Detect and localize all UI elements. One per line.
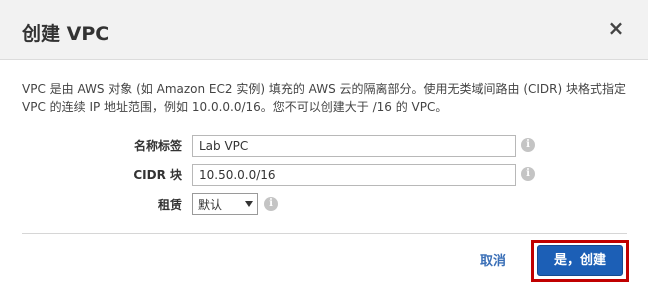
name-tag-input[interactable]: [192, 135, 516, 157]
name-tag-label: 名称标签: [133, 139, 182, 153]
info-icon[interactable]: i: [521, 167, 535, 181]
dialog-header: 创建 VPC ×: [0, 0, 648, 60]
chevron-down-icon: [245, 201, 253, 207]
tenancy-selected-value: 默认: [198, 198, 223, 212]
cidr-block-input[interactable]: [192, 164, 516, 186]
dialog-description: VPC 是由 AWS 对象 (如 Amazon EC2 实例) 填充的 AWS …: [22, 82, 626, 114]
tenancy-label: 租赁: [157, 198, 182, 212]
create-vpc-dialog: 创建 VPC × VPC 是由 AWS 对象 (如 Amazon EC2 实例)…: [0, 0, 648, 290]
cancel-button[interactable]: 取消: [480, 250, 506, 269]
footer-divider: [22, 233, 627, 234]
tenancy-select[interactable]: 默认: [192, 193, 258, 215]
dialog-title: 创建 VPC: [22, 23, 110, 45]
close-icon[interactable]: ×: [604, 16, 628, 40]
create-button[interactable]: 是，创建: [537, 245, 623, 276]
info-icon[interactable]: i: [521, 138, 535, 152]
cidr-block-label: CIDR 块: [133, 168, 182, 182]
info-icon[interactable]: i: [264, 197, 278, 211]
